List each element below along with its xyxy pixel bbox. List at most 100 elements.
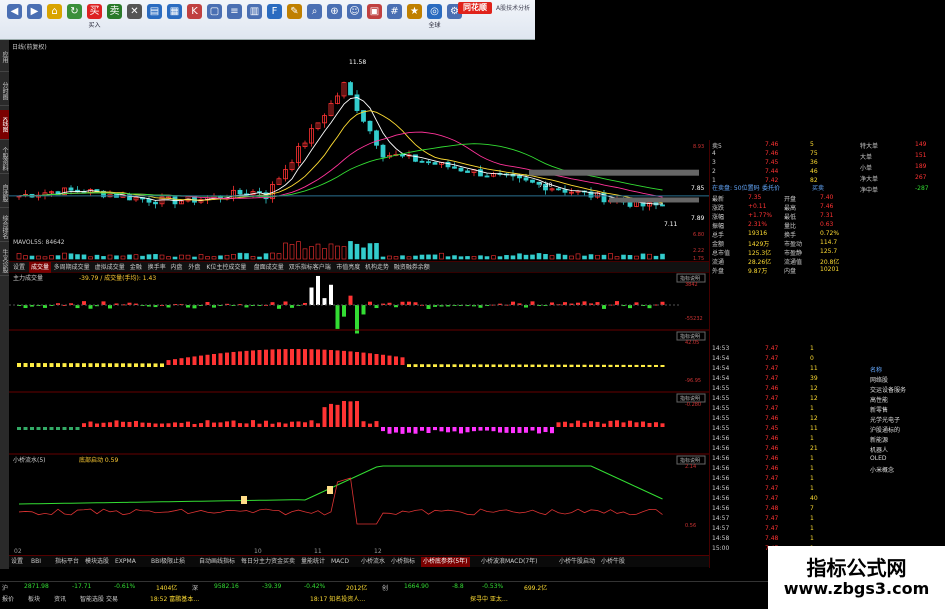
candle bbox=[452, 166, 457, 169]
toolbar-button-sell[interactable]: 卖 bbox=[104, 3, 125, 36]
indicator-bar bbox=[348, 351, 353, 365]
status-nav-2[interactable]: 资讯 bbox=[54, 594, 66, 603]
tick-volume: 0 bbox=[810, 355, 814, 362]
status-nav-3[interactable]: 智能选股 bbox=[80, 594, 104, 603]
toolbar-button-news[interactable]: ▣ bbox=[364, 3, 385, 36]
toolbar-button-user[interactable]: ☺ bbox=[344, 3, 365, 36]
volume-bar bbox=[367, 243, 373, 260]
bottom-tab-3[interactable]: 模块选股 bbox=[85, 557, 109, 567]
concept-item[interactable]: 光学光电子 bbox=[870, 415, 900, 424]
toolbar-button-back[interactable]: ◀ bbox=[4, 3, 25, 36]
bottom-tab-6[interactable]: 自动画线指标 bbox=[199, 557, 235, 567]
toolbar-button-chart[interactable]: ▤ bbox=[144, 3, 165, 36]
toolbar-button-grid[interactable]: ▦ bbox=[164, 3, 185, 36]
concept-item[interactable]: 小米概念 bbox=[870, 465, 894, 474]
volume-bar bbox=[23, 255, 28, 260]
indicator-bar bbox=[264, 349, 268, 365]
toolbar-button-calc[interactable]: # bbox=[384, 3, 405, 36]
concept-item[interactable]: 交运设备服务 bbox=[870, 385, 906, 394]
bottom-tab-12[interactable]: 小桥底参券(5年) bbox=[421, 557, 470, 567]
status-nav-1[interactable]: 板块 bbox=[28, 594, 40, 603]
tick-time: 15:00 bbox=[712, 545, 730, 552]
indicator-bar bbox=[173, 359, 177, 365]
bottom-tab-5[interactable]: BBI极限止损 bbox=[151, 557, 185, 567]
bottom-tab-0[interactable]: 设置 bbox=[11, 557, 23, 567]
news-ticker[interactable]: 探寻中 亚太… bbox=[470, 594, 508, 603]
bottom-tab-15[interactable]: 小桥牛股 bbox=[601, 557, 625, 567]
concept-item[interactable]: 网络股 bbox=[870, 375, 888, 384]
bottom-tab-10[interactable]: 小桥流水 bbox=[361, 557, 385, 567]
volume-bar bbox=[419, 254, 425, 260]
bottom-tab-9[interactable]: MACD bbox=[331, 557, 349, 567]
left-tab-3[interactable]: 个股资料 bbox=[0, 144, 9, 174]
left-tab-1[interactable]: 分时图 bbox=[0, 76, 9, 106]
concept-item[interactable]: 机器人 bbox=[870, 445, 888, 454]
bottom-tab-4[interactable]: EXPMA bbox=[115, 557, 136, 567]
toolbar-button-pencil[interactable]: ✎ bbox=[284, 3, 305, 36]
toolbar-button-star[interactable]: ★ bbox=[404, 3, 425, 36]
tick-volume: 12 bbox=[810, 415, 818, 422]
indicator-panels[interactable]: 主力成交量 -39.79 / 成交量(手均): 1.43 指标说明3842-5523… bbox=[9, 272, 709, 555]
indicator-bar bbox=[400, 357, 405, 365]
toolbar-button-home[interactable]: ⌂ bbox=[44, 3, 65, 36]
toolbar-button-search[interactable]: ⌕ bbox=[304, 3, 325, 36]
toolbar-button-window[interactable]: ▢ bbox=[204, 3, 225, 36]
volume-bar bbox=[380, 256, 386, 260]
bottom-tab-8[interactable]: 量能统计 bbox=[301, 557, 325, 567]
indicator-bar bbox=[511, 364, 515, 367]
toolbar-button-f10[interactable]: F bbox=[264, 3, 285, 36]
toolbar-button-zoom[interactable]: ⊕ bbox=[324, 3, 345, 36]
left-tab-6[interactable]: 牛叉诊股 bbox=[0, 246, 9, 276]
concept-item[interactable]: 新能源 bbox=[870, 435, 888, 444]
bottom-tab-11[interactable]: 小桥指标 bbox=[391, 557, 415, 567]
toolbar-button-bar[interactable]: ▥ bbox=[244, 3, 265, 36]
bottom-tab-2[interactable]: 指标平台 bbox=[55, 557, 79, 567]
left-tab-2[interactable]: K线图 bbox=[0, 110, 9, 140]
volume-bar bbox=[205, 256, 210, 260]
index-field: -0.53% bbox=[482, 583, 504, 590]
tick-price: 7.46 bbox=[765, 465, 779, 472]
news-ticker[interactable]: 18:52 富鹏基本… bbox=[150, 594, 199, 603]
indicator-bar bbox=[56, 363, 60, 367]
tick-volume: 7 bbox=[810, 505, 814, 512]
refresh-icon: ↻ bbox=[67, 4, 82, 19]
concept-item[interactable]: OLED bbox=[870, 455, 886, 462]
concept-item[interactable]: 名称 bbox=[870, 365, 882, 374]
indicator-help-button[interactable]: 指标说明 bbox=[676, 393, 706, 403]
indicator-help-button[interactable]: 指标说明 bbox=[676, 273, 706, 283]
app-title: A股技术分析 bbox=[496, 5, 531, 12]
left-tab-4[interactable]: 自选股 bbox=[0, 178, 9, 208]
right-price2-label: 7.89 bbox=[691, 215, 705, 222]
indicator-help-button[interactable]: 指标说明 bbox=[676, 331, 706, 341]
toolbar-button-list[interactable]: ≡ bbox=[224, 3, 245, 36]
bottom-tab-13[interactable]: 小桥波浪MACD(7年) bbox=[481, 557, 538, 567]
index-field: -0.42% bbox=[304, 583, 326, 590]
indicator-help-button[interactable]: 指标说明 bbox=[676, 455, 706, 465]
volume-bar bbox=[283, 242, 288, 260]
ask-price: 7.46 bbox=[765, 141, 779, 148]
bottom-tab-1[interactable]: BBI bbox=[31, 557, 41, 567]
toolbar-button-globe[interactable]: ◎ 全球 bbox=[424, 3, 445, 36]
concept-item[interactable]: 新零售 bbox=[870, 405, 888, 414]
toolbar-button-buy[interactable]: 买买入 bbox=[84, 3, 105, 36]
indicator-bar bbox=[309, 420, 314, 427]
news-ticker[interactable]: 18:17 知名投资人… bbox=[310, 594, 365, 603]
tick-volume: 12 bbox=[810, 395, 818, 402]
toolbar-button-refresh[interactable]: ↻ bbox=[64, 3, 85, 36]
volume-bar bbox=[374, 243, 379, 260]
candle bbox=[458, 167, 464, 172]
bottom-tab-14[interactable]: 小桥牛股启动 bbox=[559, 557, 595, 567]
left-tab-5[interactable]: 综合排名 bbox=[0, 212, 9, 242]
index-field: -17.71 bbox=[72, 583, 92, 590]
status-nav-0[interactable]: 报价 bbox=[2, 594, 14, 603]
toolbar-button-kline[interactable]: K bbox=[184, 3, 205, 36]
kline-chart[interactable]: 11.58 7.11 7.85 7.89 7.30 MAVOL5S: 84642 8.93 6… bbox=[9, 40, 709, 261]
status-nav-4[interactable]: 交易 bbox=[106, 594, 118, 603]
quote-stat: 最高 bbox=[784, 205, 797, 212]
left-tab-0[interactable]: 应用 bbox=[0, 42, 9, 72]
concept-item[interactable]: 沪股通标的 bbox=[870, 425, 900, 434]
toolbar-button-forward[interactable]: ▶ bbox=[24, 3, 45, 36]
bottom-tab-7[interactable]: 每日分主力资金买卖 bbox=[241, 557, 295, 567]
concept-item[interactable]: 高性能 bbox=[870, 395, 888, 404]
toolbar-button-cancel[interactable]: ✕ bbox=[124, 3, 145, 36]
